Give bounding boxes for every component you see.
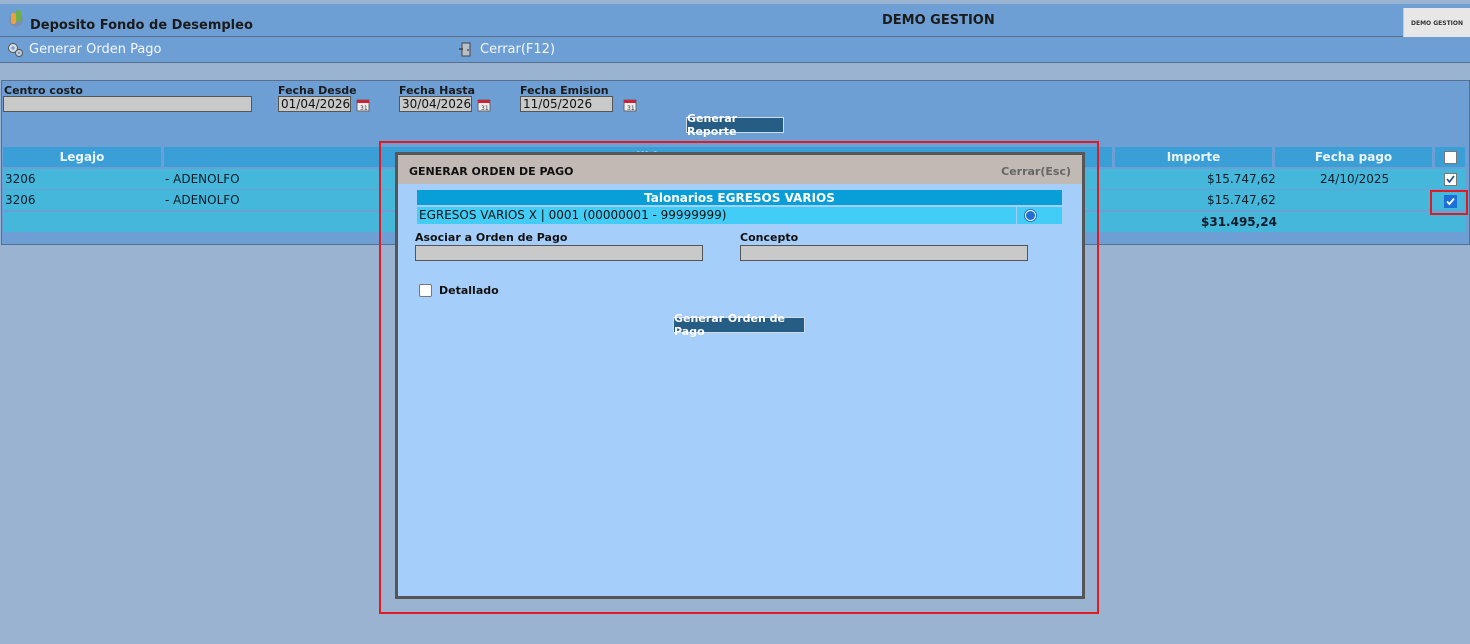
cell-apellido: - ADENOLFO xyxy=(165,172,240,186)
company-logo: DEMO GESTION xyxy=(1403,8,1470,39)
cell-apellido: - ADENOLFO xyxy=(165,193,240,207)
row-checkbox[interactable] xyxy=(1444,173,1457,186)
checkmark-icon xyxy=(1446,175,1455,184)
calendar-icon[interactable]: 31 xyxy=(476,97,494,113)
cell-legajo: 3206 xyxy=(5,172,36,186)
svg-text:31: 31 xyxy=(360,105,368,112)
select-all-checkbox[interactable] xyxy=(1443,150,1457,164)
calendar-icon[interactable]: 31 xyxy=(355,97,373,113)
gears-icon xyxy=(8,43,23,57)
title-bar: Deposito Fondo de Desempleo DEMO GESTION… xyxy=(0,4,1470,39)
highlight-box xyxy=(1430,190,1468,215)
cell-importe: $15.747,62 xyxy=(1207,172,1276,186)
svg-text:31: 31 xyxy=(481,105,489,112)
column-header-fecha-pago[interactable]: Fecha pago xyxy=(1275,147,1432,167)
company-title: DEMO GESTION xyxy=(882,13,995,28)
highlight-box xyxy=(379,141,1099,614)
fecha-emision-input[interactable]: 11/05/2026 xyxy=(520,96,613,112)
fecha-hasta-input[interactable]: 30/04/2026 xyxy=(399,96,472,112)
cell-importe: $15.747,62 xyxy=(1207,193,1276,207)
close-label: Cerrar(F12) xyxy=(480,42,556,57)
centro-costo-input[interactable] xyxy=(3,96,252,112)
cell-fecha-pago: 24/10/2025 xyxy=(1320,172,1390,186)
column-header-select-all xyxy=(1435,147,1465,167)
fecha-desde-input[interactable]: 01/04/2026 xyxy=(278,96,351,112)
cell-legajo: 3206 xyxy=(5,193,36,207)
app-title: Deposito Fondo de Desempleo xyxy=(30,18,253,33)
generate-order-label: Generar Orden Pago xyxy=(29,42,162,57)
toolbar: Generar Orden Pago Cerrar(F12) xyxy=(0,37,1470,63)
svg-text:31: 31 xyxy=(627,105,635,112)
door-exit-icon xyxy=(459,42,471,57)
calendar-icon[interactable]: 31 xyxy=(622,97,640,113)
column-header-legajo[interactable]: Legajo xyxy=(3,147,161,167)
generate-report-button[interactable]: Generar Reporte xyxy=(686,112,784,138)
total-importe: $31.495,24 xyxy=(1201,215,1277,229)
close-button[interactable]: Cerrar(F12) xyxy=(458,41,555,58)
app-logo-icon xyxy=(9,10,23,27)
generate-order-button[interactable]: Generar Orden Pago xyxy=(7,41,162,58)
column-header-importe[interactable]: Importe xyxy=(1115,147,1272,167)
